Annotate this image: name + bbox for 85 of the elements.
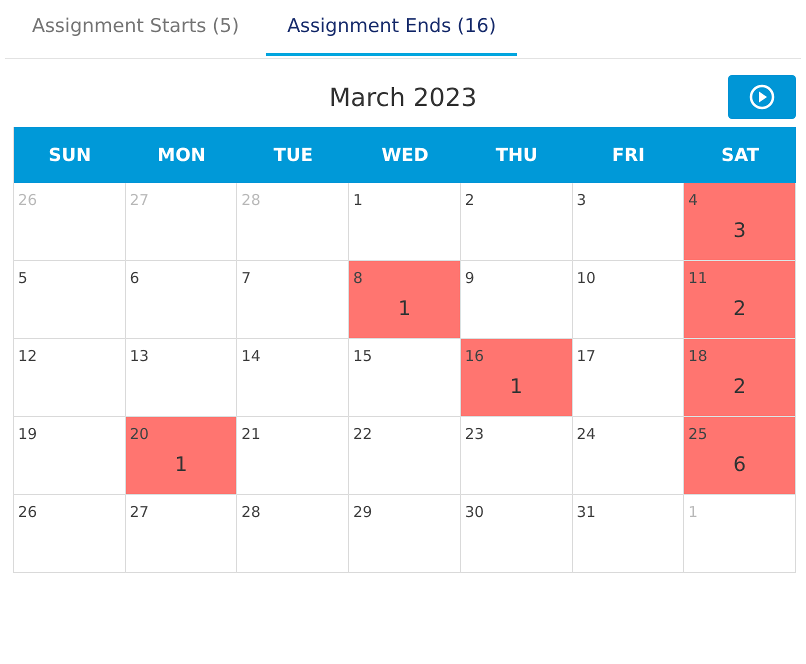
day-cell[interactable]: 1	[349, 183, 461, 261]
day-cell[interactable]: 6	[126, 261, 238, 339]
day-cell[interactable]: 15	[349, 339, 461, 417]
weekday-header: THU	[496, 144, 538, 168]
day-number: 27	[130, 190, 149, 211]
day-cell[interactable]: 8 1	[349, 261, 461, 339]
day-number: 28	[241, 190, 261, 211]
play-button[interactable]	[728, 75, 796, 119]
event-count: 2	[733, 295, 746, 322]
day-number: 31	[576, 502, 596, 523]
day-number: 17	[576, 346, 596, 367]
weekday-header: TUE	[274, 144, 313, 168]
day-cell[interactable]: 24	[572, 417, 684, 495]
day-cell[interactable]: 30	[460, 495, 573, 573]
day-number: 14	[241, 346, 261, 367]
day-number: 16	[464, 346, 484, 367]
weekday-header: SUN	[48, 144, 92, 168]
day-number: 2	[464, 190, 474, 211]
day-number: 15	[353, 346, 372, 367]
day-number: 4	[688, 190, 698, 211]
day-cell[interactable]: 11 2	[684, 261, 796, 339]
event-count: 2	[733, 373, 746, 400]
day-cell[interactable]: 17	[572, 339, 684, 417]
day-number: 30	[464, 502, 484, 523]
day-cell[interactable]: 27	[126, 495, 238, 573]
day-number: 27	[130, 502, 149, 523]
day-cell[interactable]: 16 1	[460, 339, 573, 417]
day-cell[interactable]: 3	[572, 183, 684, 261]
day-cell[interactable]: 28	[237, 495, 350, 573]
day-number: 8	[353, 268, 363, 289]
day-number: 3	[576, 190, 586, 211]
day-number: 20	[130, 424, 149, 445]
day-cell[interactable]: 9	[460, 261, 573, 339]
event-count: 1	[174, 451, 188, 478]
day-cell[interactable]: 21	[237, 417, 350, 495]
day-cell[interactable]: 18 2	[684, 339, 796, 417]
day-cell[interactable]: 7	[237, 261, 350, 339]
day-number: 13	[130, 346, 149, 367]
day-cell[interactable]: 5	[14, 261, 126, 339]
day-number: 9	[464, 268, 474, 289]
day-number: 1	[353, 190, 363, 211]
day-cell[interactable]: 26	[14, 495, 126, 573]
day-cell[interactable]: 23	[460, 417, 573, 495]
day-number: 23	[464, 424, 484, 445]
day-cell[interactable]: 31	[572, 495, 684, 573]
day-cell[interactable]: 10	[572, 261, 684, 339]
play-icon	[749, 84, 775, 110]
day-number: 26	[18, 190, 38, 211]
weekday-header: WED	[381, 144, 429, 168]
event-count: 3	[733, 217, 746, 244]
day-cell[interactable]: 14	[237, 339, 350, 417]
day-number: 28	[241, 502, 261, 523]
day-cell[interactable]: 4 3	[684, 183, 796, 261]
day-number: 25	[688, 424, 708, 445]
day-number: 18	[688, 346, 708, 367]
day-cell[interactable]: 29	[349, 495, 461, 573]
calendar-title: March 2023	[329, 82, 477, 114]
day-number: 11	[688, 268, 708, 289]
day-number: 12	[18, 346, 38, 367]
day-number: 1	[688, 502, 698, 523]
day-cell[interactable]: 19	[14, 417, 126, 495]
weekday-header: MON	[157, 144, 206, 168]
event-count: 1	[398, 295, 411, 322]
day-number: 21	[241, 424, 261, 445]
event-count: 6	[733, 451, 746, 478]
day-number: 19	[18, 424, 38, 445]
day-number: 10	[576, 268, 596, 289]
weekday-header: SAT	[721, 144, 760, 168]
day-cell[interactable]: 12	[14, 339, 126, 417]
day-cell[interactable]: 2	[460, 183, 573, 261]
day-number: 24	[576, 424, 596, 445]
day-number: 7	[241, 268, 251, 289]
weekday-header: FRI	[612, 144, 645, 168]
day-number: 6	[130, 268, 140, 289]
day-cell[interactable]: 20 1	[126, 417, 238, 495]
day-cell[interactable]: 25 6	[684, 417, 796, 495]
event-count: 1	[510, 373, 523, 400]
day-number: 5	[18, 268, 28, 289]
tab[interactable]: Assignment Starts (5)	[15, 0, 256, 56]
tab[interactable]: Assignment Ends (16)	[266, 0, 518, 56]
day-number: 29	[353, 502, 372, 523]
day-cell[interactable]: 22	[349, 417, 461, 495]
day-cell[interactable]: 13	[126, 339, 238, 417]
day-number: 22	[353, 424, 372, 445]
day-number: 26	[18, 502, 38, 523]
